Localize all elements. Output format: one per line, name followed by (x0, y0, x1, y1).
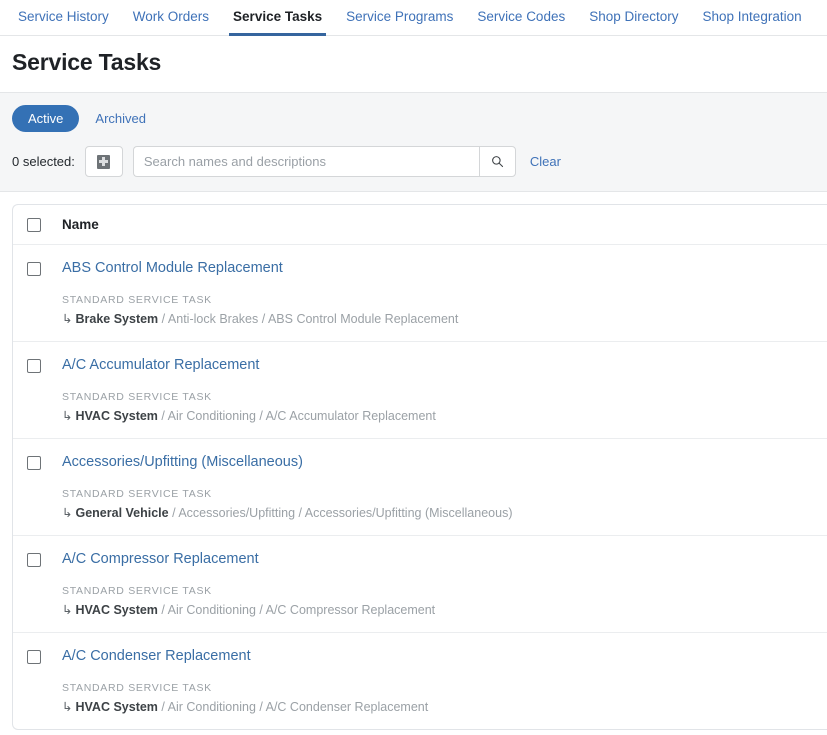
row-content: ABS Control Module Replacement STANDARD … (62, 259, 458, 327)
service-task-type: STANDARD SERVICE TASK (62, 682, 212, 694)
row-select-checkbox[interactable] (27, 553, 41, 567)
page-title: Service Tasks (12, 49, 162, 75)
tab-shop-integration[interactable]: Shop Integration (691, 0, 814, 35)
service-task-link[interactable]: ABS Control Module Replacement (62, 259, 283, 277)
path-rest: / Air Conditioning / A/C Accumulator Rep… (157, 409, 436, 423)
path-root: HVAC System (75, 603, 158, 617)
path-root: Brake System (75, 312, 159, 326)
service-task-link[interactable]: Accessories/Upfitting (Miscellaneous) (62, 453, 303, 471)
service-task-link[interactable]: A/C Condenser Replacement (62, 647, 251, 665)
service-task-link[interactable]: A/C Accumulator Replacement (62, 356, 259, 374)
table-row[interactable]: A/C Accumulator Replacement STANDARD SER… (13, 342, 827, 439)
row-checkbox-cell (27, 550, 41, 618)
search-icon (491, 156, 503, 168)
row-content: A/C Compressor Replacement STANDARD SERV… (62, 550, 435, 618)
tab-work-orders[interactable]: Work Orders (121, 0, 221, 35)
tab-service-tasks[interactable]: Service Tasks (221, 0, 334, 36)
row-select-checkbox[interactable] (27, 650, 41, 664)
row-select-checkbox[interactable] (27, 262, 41, 276)
search-group (132, 146, 516, 177)
service-task-type: STANDARD SERVICE TASK (62, 488, 212, 500)
path-rest: / Accessories/Upfitting / Accessories/Up… (168, 506, 513, 520)
page-header: Service Tasks (0, 36, 827, 93)
row-content: Accessories/Upfitting (Miscellaneous) ST… (62, 453, 512, 521)
service-task-path: ↳ HVAC System / Air Conditioning / A/C Co… (62, 699, 428, 715)
path-root: HVAC System (75, 409, 158, 423)
row-select-checkbox[interactable] (27, 359, 41, 373)
service-task-path: ↳ General Vehicle / Accessories/Upfitting… (62, 505, 512, 521)
service-task-type: STANDARD SERVICE TASK (62, 585, 212, 597)
path-arrow-icon: ↳ (62, 312, 73, 326)
tab-service-history[interactable]: Service History (6, 0, 121, 35)
batch-action-icon (97, 154, 111, 169)
filter-toolbar: Active Archived 0 selected: Clear (0, 93, 827, 192)
row-content: A/C Condenser Replacement STANDARD SERVI… (62, 647, 428, 715)
service-task-type: STANDARD SERVICE TASK (62, 294, 212, 306)
path-root: HVAC System (75, 700, 158, 714)
clear-search-link[interactable]: Clear (530, 154, 561, 170)
tab-shop-directory[interactable]: Shop Directory (577, 0, 690, 35)
path-rest: / Anti-lock Brakes / ABS Control Module … (158, 312, 459, 326)
row-checkbox-cell (27, 259, 41, 327)
path-rest: / Air Conditioning / A/C Compressor Repl… (157, 603, 436, 617)
service-task-type: STANDARD SERVICE TASK (62, 391, 212, 403)
select-all-checkbox[interactable] (27, 217, 41, 232)
selected-count-label: 0 selected: (12, 153, 75, 169)
service-task-path: ↳ Brake System / Anti-lock Brakes / ABS C… (62, 311, 458, 327)
path-rest: / Air Conditioning / A/C Condenser Repla… (157, 700, 429, 714)
segment-archived[interactable]: Archived (91, 105, 150, 132)
path-arrow-icon: ↳ (62, 506, 73, 520)
path-root: General Vehicle (75, 506, 169, 520)
row-checkbox-cell (27, 647, 41, 715)
primary-nav-tabs: Service History Work Orders Service Task… (0, 0, 827, 36)
row-content: A/C Accumulator Replacement STANDARD SER… (62, 356, 436, 424)
service-task-path: ↳ HVAC System / Air Conditioning / A/C Co… (62, 602, 435, 618)
table-header-row: Name (13, 205, 827, 245)
tab-service-codes[interactable]: Service Codes (465, 0, 577, 35)
path-arrow-icon: ↳ (62, 700, 73, 714)
tab-service-programs[interactable]: Service Programs (334, 0, 465, 35)
table-row[interactable]: A/C Condenser Replacement STANDARD SERVI… (13, 633, 827, 729)
table-row[interactable]: ABS Control Module Replacement STANDARD … (13, 245, 827, 342)
service-task-path: ↳ HVAC System / Air Conditioning / A/C Ac… (62, 408, 436, 424)
row-checkbox-cell (27, 453, 41, 521)
service-task-link[interactable]: A/C Compressor Replacement (62, 550, 259, 568)
path-arrow-icon: ↳ (62, 603, 73, 617)
search-submit-button[interactable] (478, 146, 516, 177)
table-row[interactable]: Accessories/Upfitting (Miscellaneous) ST… (13, 439, 827, 536)
row-select-checkbox[interactable] (27, 456, 41, 470)
path-arrow-icon: ↳ (62, 409, 73, 423)
search-input[interactable] (132, 146, 479, 177)
service-tasks-table: Name ABS Control Module Replacement STAN… (12, 204, 827, 730)
row-checkbox-cell (27, 356, 41, 424)
table-row[interactable]: A/C Compressor Replacement STANDARD SERV… (13, 536, 827, 633)
search-row: 0 selected: Clear (12, 146, 815, 177)
segment-active[interactable]: Active (12, 105, 80, 132)
column-header-name: Name (62, 216, 99, 232)
status-segment-group: Active Archived (12, 105, 815, 132)
batch-actions-button[interactable] (84, 146, 123, 177)
